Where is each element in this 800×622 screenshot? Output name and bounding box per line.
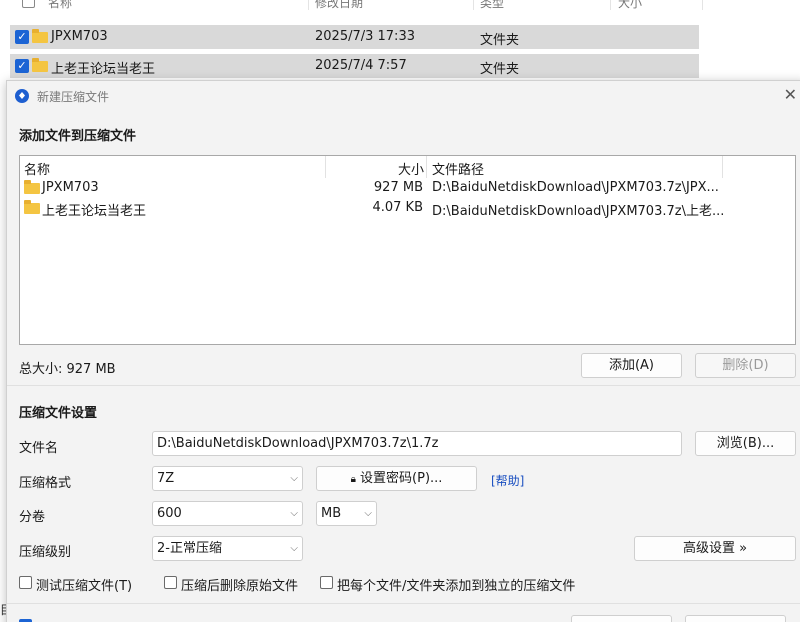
column-separator bbox=[426, 156, 427, 178]
row-type: 文件夹 bbox=[480, 62, 520, 77]
total-size: 总大小: 927 MB bbox=[19, 362, 116, 377]
header-size[interactable]: 大小 bbox=[618, 0, 642, 11]
level-select[interactable]: 2-正常压缩 ⌵ bbox=[152, 536, 303, 561]
file-list-row[interactable]: 上老王论坛当老王 4.07 KB D:\BaiduNetdiskDownload… bbox=[20, 198, 795, 219]
separate-archives-label: 把每个文件/文件夹添加到独立的压缩文件 bbox=[337, 579, 576, 594]
delete-source-checkbox[interactable] bbox=[164, 576, 177, 589]
file-size: 927 MB bbox=[373, 180, 423, 195]
filename-input[interactable]: D:\BaiduNetdiskDownload\JPXM703.7z\1.7z bbox=[152, 431, 682, 456]
file-size: 4.07 KB bbox=[372, 200, 423, 215]
separate-archives-checkbox[interactable] bbox=[320, 576, 333, 589]
chevron-down-icon: ⌵ bbox=[290, 543, 298, 554]
file-path: D:\BaiduNetdiskDownload\JPXM703.7z\JPX..… bbox=[432, 180, 719, 195]
volume-select[interactable]: 600 ⌵ bbox=[152, 501, 303, 526]
volume-value: 600 bbox=[157, 506, 182, 521]
test-archive-label: 测试压缩文件(T) bbox=[36, 579, 133, 594]
explorer-row[interactable]: ✓ JPXM703 2025/7/3 17:33 文件夹 bbox=[10, 25, 699, 49]
file-path: D:\BaiduNetdiskDownload\JPXM703.7z\上老... bbox=[432, 204, 725, 219]
chevron-down-icon: ⌵ bbox=[364, 508, 372, 519]
delete-source-label: 压缩后删除原始文件 bbox=[181, 579, 299, 594]
row-modified: 2025/7/3 17:33 bbox=[315, 29, 415, 44]
row-name: JPXM703 bbox=[51, 29, 108, 44]
format-label: 压缩格式 bbox=[19, 476, 72, 491]
format-select[interactable]: 7Z ⌵ bbox=[152, 466, 303, 491]
set-password-label: 设置密码(P)... bbox=[360, 471, 443, 486]
row-name: 上老王论坛当老王 bbox=[51, 62, 156, 77]
row-checkbox[interactable]: ✓ bbox=[15, 59, 29, 73]
volume-unit-value: MB bbox=[321, 506, 342, 521]
title-bar[interactable]: 新建压缩文件 ✕ bbox=[7, 81, 800, 111]
header-separator bbox=[308, 0, 309, 10]
volume-unit-select[interactable]: MB ⌵ bbox=[316, 501, 377, 526]
section-divider bbox=[7, 385, 800, 386]
folder-icon bbox=[24, 180, 40, 194]
file-list-row[interactable]: JPXM703 927 MB D:\BaiduNetdiskDownload\J… bbox=[20, 178, 795, 198]
chevron-down-icon: ⌵ bbox=[290, 508, 298, 519]
header-separator bbox=[702, 0, 703, 10]
header-separator bbox=[473, 0, 474, 10]
header-name[interactable]: 名称 bbox=[48, 0, 72, 11]
column-separator bbox=[722, 156, 723, 178]
file-explorer: 名称 修改日期 类型 大小 ✓ JPXM703 2025/7/3 17:33 文… bbox=[0, 0, 800, 90]
row-checkbox[interactable]: ✓ bbox=[15, 30, 29, 44]
delete-button[interactable]: 删除(D) bbox=[695, 353, 796, 378]
file-list[interactable]: 名称 大小 文件路径 JPXM703 927 MB D:\BaiduNetdis… bbox=[19, 155, 796, 345]
file-name: JPXM703 bbox=[42, 180, 99, 195]
header-type[interactable]: 类型 bbox=[480, 0, 504, 11]
select-all-checkbox[interactable] bbox=[22, 0, 35, 8]
advanced-settings-button[interactable]: 高级设置 » bbox=[634, 536, 796, 561]
volume-label: 分卷 bbox=[19, 510, 46, 525]
close-icon[interactable]: ✕ bbox=[784, 85, 797, 104]
new-archive-dialog: 新建压缩文件 ✕ 添加文件到压缩文件 名称 大小 文件路径 JPXM703 92… bbox=[6, 80, 800, 622]
add-button[interactable]: 添加(A) bbox=[581, 353, 682, 378]
column-path[interactable]: 文件路径 bbox=[432, 159, 484, 178]
folder-icon bbox=[32, 58, 48, 72]
archive-settings-heading: 压缩文件设置 bbox=[19, 406, 98, 421]
dialog-title: 新建压缩文件 bbox=[37, 90, 110, 104]
chevron-down-icon: ⌵ bbox=[290, 473, 298, 484]
folder-icon bbox=[24, 200, 40, 214]
level-value: 2-正常压缩 bbox=[157, 541, 222, 556]
row-modified: 2025/7/4 7:57 bbox=[315, 58, 407, 73]
column-name[interactable]: 名称 bbox=[24, 159, 50, 178]
explorer-row[interactable]: ✓ 上老王论坛当老王 2025/7/4 7:57 文件夹 bbox=[10, 54, 699, 78]
add-files-heading: 添加文件到压缩文件 bbox=[19, 129, 137, 144]
footer-divider bbox=[7, 603, 800, 604]
lock-icon: 🔒︎ bbox=[350, 474, 356, 485]
folder-icon bbox=[32, 29, 48, 43]
column-separator bbox=[325, 156, 326, 178]
app-icon bbox=[15, 89, 29, 103]
explorer-header: 名称 修改日期 类型 大小 bbox=[0, 0, 703, 16]
level-label: 压缩级别 bbox=[19, 545, 72, 560]
format-value: 7Z bbox=[157, 471, 175, 486]
set-password-button[interactable]: 🔒︎ 设置密码(P)... bbox=[316, 466, 477, 491]
browse-button[interactable]: 浏览(B)... bbox=[695, 431, 796, 456]
filename-label: 文件名 bbox=[19, 441, 59, 456]
column-size[interactable]: 大小 bbox=[398, 159, 424, 178]
file-name: 上老王论坛当老王 bbox=[42, 204, 147, 219]
test-archive-checkbox[interactable] bbox=[19, 576, 32, 589]
file-list-header: 名称 大小 文件路径 bbox=[20, 156, 795, 178]
footer-button[interactable] bbox=[571, 615, 672, 622]
help-link[interactable]: [帮助] bbox=[491, 472, 524, 489]
footer-button[interactable] bbox=[685, 615, 786, 622]
header-separator bbox=[610, 0, 611, 10]
row-type: 文件夹 bbox=[480, 33, 520, 48]
header-modified[interactable]: 修改日期 bbox=[315, 0, 363, 11]
